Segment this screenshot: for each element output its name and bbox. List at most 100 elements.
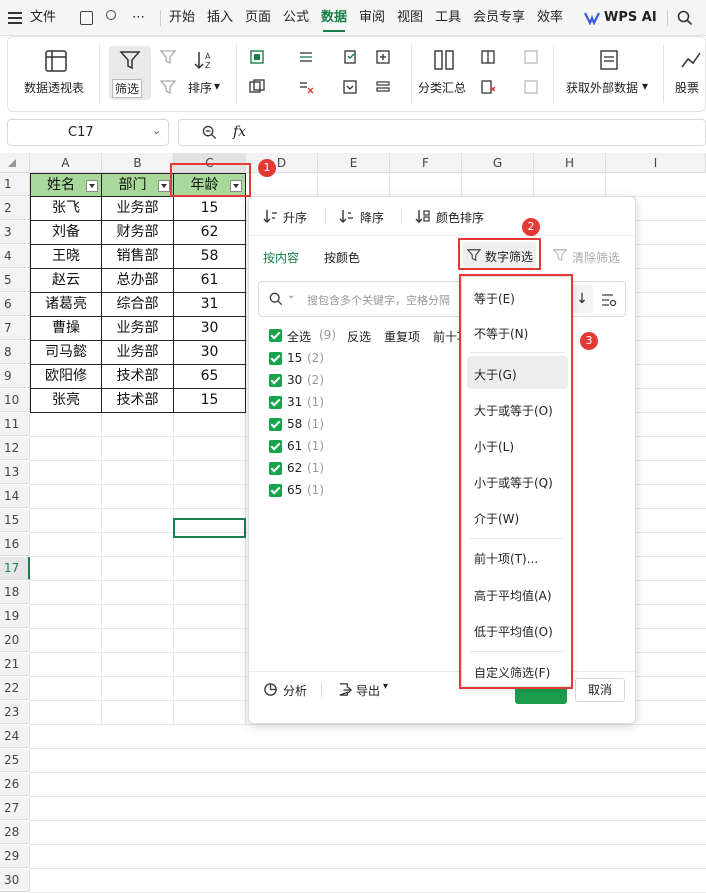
row-header-6[interactable]: 6 [0, 293, 30, 316]
row-header-1[interactable]: 1 [0, 173, 30, 196]
header-cell-name[interactable]: 姓名 [30, 173, 102, 197]
dropdown-list-icon[interactable] [342, 79, 358, 95]
row-header-17[interactable]: 17 [0, 557, 30, 580]
export-button[interactable]: 导出 [356, 682, 380, 699]
row-header-30[interactable]: 30 [0, 869, 30, 892]
pivot-table-button[interactable]: 数据透视表 [24, 79, 84, 96]
row-header-16[interactable]: 16 [0, 533, 30, 556]
select-all-corner[interactable] [0, 153, 30, 173]
cell-age[interactable]: 30 [174, 317, 246, 341]
cell-dept[interactable]: 技术部 [102, 389, 174, 413]
menu-home[interactable]: 开始 [169, 0, 195, 36]
cell-age[interactable]: 30 [174, 341, 246, 365]
column-header-g[interactable]: G [462, 153, 534, 173]
row-header-29[interactable]: 29 [0, 845, 30, 868]
group-icon[interactable] [480, 49, 496, 65]
duplicates-button[interactable]: 重复项 [384, 328, 420, 345]
cell-age[interactable]: 62 [174, 221, 246, 245]
row-header-27[interactable]: 27 [0, 797, 30, 820]
consolidate-icon[interactable] [375, 49, 391, 65]
sort-asc-button[interactable]: 升序 [283, 209, 307, 226]
ungroup-icon[interactable] [480, 79, 496, 95]
cell-name[interactable]: 刘备 [30, 221, 102, 245]
row-header-4[interactable]: 4 [0, 245, 30, 268]
cell-name[interactable]: 张亮 [30, 389, 102, 413]
cell-age[interactable]: 58 [174, 245, 246, 269]
more-icon[interactable]: ⋯ [132, 0, 145, 36]
reject-duplicates-icon[interactable] [298, 79, 314, 95]
row-header-14[interactable]: 14 [0, 485, 30, 508]
filter-dropdown-icon[interactable] [158, 180, 170, 192]
menu-insert[interactable]: 插入 [207, 0, 233, 36]
value-label[interactable]: 15 [287, 351, 302, 365]
row-header-7[interactable]: 7 [0, 317, 30, 340]
column-header-e[interactable]: E [318, 153, 390, 173]
sort-desc-button[interactable]: 降序 [360, 209, 384, 226]
reapply-filter-icon[interactable] [160, 79, 176, 95]
clear-filter-button[interactable]: 清除筛选 [572, 249, 620, 266]
external-data-dropdown-icon[interactable]: ▾ [642, 79, 648, 93]
sort-dropdown-icon[interactable]: ▾ [214, 79, 220, 93]
cell-dept[interactable]: 销售部 [102, 245, 174, 269]
chevron-down-icon[interactable]: ⌄ [152, 124, 161, 137]
column-header-d[interactable]: D [246, 153, 318, 173]
cell-name[interactable]: 欧阳修 [30, 365, 102, 389]
remove-duplicates-icon[interactable] [249, 79, 265, 95]
value-checkbox[interactable] [269, 374, 282, 387]
analyze-button[interactable]: 分析 [283, 682, 307, 699]
menu-review[interactable]: 审阅 [359, 0, 385, 36]
menu-tools[interactable]: 工具 [435, 0, 461, 36]
cell-dept[interactable]: 业务部 [102, 317, 174, 341]
value-checkbox[interactable] [269, 396, 282, 409]
cell-name[interactable]: 曹操 [30, 317, 102, 341]
menu-member[interactable]: 会员专享 [473, 0, 525, 36]
cell-dept[interactable]: 总办部 [102, 269, 174, 293]
row-header-22[interactable]: 22 [0, 677, 30, 700]
cell-name[interactable]: 诸葛亮 [30, 293, 102, 317]
external-data-button[interactable]: 获取外部数据 [566, 79, 638, 96]
value-label[interactable]: 58 [287, 417, 302, 431]
menu-page[interactable]: 页面 [245, 0, 271, 36]
cell-age[interactable]: 31 [174, 293, 246, 317]
export-chevron-icon[interactable]: ▾ [383, 681, 388, 692]
column-header-h[interactable]: H [534, 153, 606, 173]
column-header-i[interactable]: I [606, 153, 706, 173]
value-checkbox[interactable] [269, 352, 282, 365]
cell-dept[interactable]: 财务部 [102, 221, 174, 245]
column-header-a[interactable]: A [30, 153, 102, 173]
value-label[interactable]: 65 [287, 483, 302, 497]
row-header-2[interactable]: 2 [0, 197, 30, 220]
cell-age[interactable]: 61 [174, 269, 246, 293]
sort-direction-button[interactable]: ↓ [571, 285, 593, 313]
value-label[interactable]: 62 [287, 461, 302, 475]
row-header-3[interactable]: 3 [0, 221, 30, 244]
hide-detail-icon[interactable] [523, 79, 539, 95]
name-box[interactable]: C17 ⌄ [7, 119, 169, 146]
format-painter-icon[interactable] [106, 10, 116, 20]
fx-icon[interactable]: fx [233, 124, 246, 140]
show-detail-icon[interactable] [523, 49, 539, 65]
value-checkbox[interactable] [269, 484, 282, 497]
cell-name[interactable]: 张飞 [30, 197, 102, 221]
value-label[interactable]: 31 [287, 395, 302, 409]
cell-name[interactable]: 赵云 [30, 269, 102, 293]
filter-button[interactable]: 筛选 [109, 46, 151, 100]
formula-bar[interactable]: fx [178, 119, 706, 146]
menu-data[interactable]: 数据 [321, 0, 347, 36]
cell-age[interactable]: 65 [174, 365, 246, 389]
cell-dept[interactable]: 综合部 [102, 293, 174, 317]
tab-by-color[interactable]: 按颜色 [324, 249, 360, 266]
cell-age[interactable]: 15 [174, 389, 246, 413]
row-header-19[interactable]: 19 [0, 605, 30, 628]
fill-icon[interactable] [342, 49, 358, 65]
value-checkbox[interactable] [269, 440, 282, 453]
menu-view[interactable]: 视图 [397, 0, 423, 36]
row-header-9[interactable]: 9 [0, 365, 30, 388]
cell-age[interactable]: 15 [174, 197, 246, 221]
menu-efficiency[interactable]: 效率 [537, 0, 563, 36]
row-header-28[interactable]: 28 [0, 821, 30, 844]
cell-name[interactable]: 司马懿 [30, 341, 102, 365]
row-header-21[interactable]: 21 [0, 653, 30, 676]
highlight-duplicates-icon[interactable] [249, 49, 265, 65]
save-icon[interactable] [80, 11, 93, 25]
